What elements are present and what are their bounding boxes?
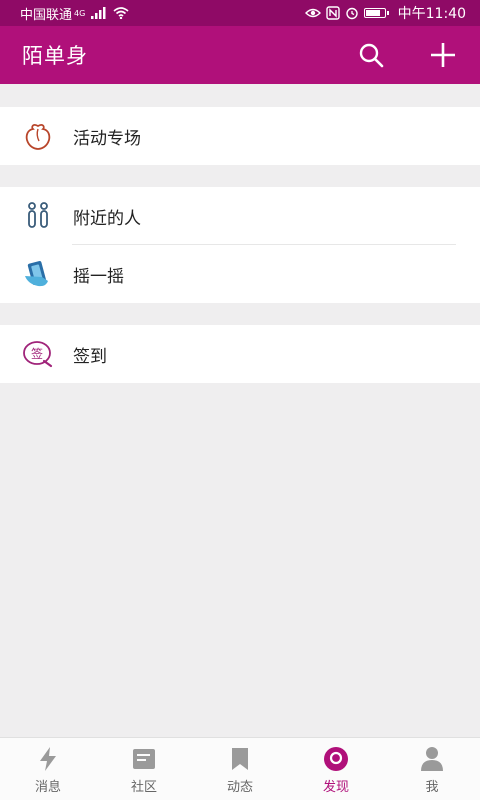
alarm-icon (345, 7, 358, 20)
menu-group-signin: 签 签到 (0, 325, 480, 383)
event-peach-icon (22, 120, 54, 152)
bottom-nav: 消息 社区 动态 发现 我 (0, 737, 480, 800)
shake-phone-icon (22, 258, 54, 290)
menu-item-label: 附近的人 (73, 208, 141, 229)
people-nearby-icon (22, 200, 54, 232)
tab-label: 发现 (322, 779, 349, 795)
search-button[interactable] (356, 40, 386, 70)
status-bar: 中国联通 4G 中午11:40 (0, 0, 480, 26)
sign-in-icon: 签 (22, 338, 54, 370)
network-type: 4G (74, 8, 86, 18)
tab-discover[interactable]: 发现 (288, 738, 384, 800)
tab-label: 社区 (130, 779, 157, 795)
nfc-icon (325, 6, 340, 20)
tab-label: 消息 (34, 779, 61, 795)
eye-icon (304, 8, 321, 18)
profile-icon (419, 746, 445, 772)
carrier-name: 中国联通 (20, 7, 73, 23)
bookmark-icon (227, 746, 253, 772)
add-button[interactable] (428, 40, 458, 70)
sign-in-icon-glyph: 签 (30, 346, 43, 361)
page-title: 陌单身 (22, 44, 88, 68)
battery-icon (363, 8, 389, 18)
menu-item-label: 签到 (73, 346, 107, 367)
tab-label: 我 (425, 779, 439, 795)
menu-group-social: 附近的人 摇一摇 (0, 187, 480, 303)
search-icon (359, 43, 384, 68)
menu-group-events: 活动专场 (0, 107, 480, 165)
menu-item-label: 活动专场 (73, 128, 141, 149)
add-icon (431, 43, 455, 67)
clock: 中午11:40 (397, 6, 466, 22)
tab-messages[interactable]: 消息 (0, 738, 96, 800)
menu-item-signin[interactable]: 签 签到 (0, 325, 480, 383)
discover-icon (323, 746, 349, 772)
tab-profile[interactable]: 我 (384, 738, 480, 800)
menu-item-label: 摇一摇 (73, 266, 124, 287)
menu-item-nearby[interactable]: 附近的人 (0, 187, 480, 245)
tab-feed[interactable]: 动态 (192, 738, 288, 800)
tab-label: 动态 (226, 779, 253, 795)
community-icon (131, 746, 157, 772)
lightning-icon (35, 746, 61, 772)
tab-community[interactable]: 社区 (96, 738, 192, 800)
signal-icon (91, 7, 106, 19)
menu-item-events[interactable]: 活动专场 (0, 107, 480, 165)
wifi-icon (113, 7, 129, 19)
menu-item-shake[interactable]: 摇一摇 (0, 245, 480, 303)
app-header: 陌单身 (0, 26, 480, 84)
